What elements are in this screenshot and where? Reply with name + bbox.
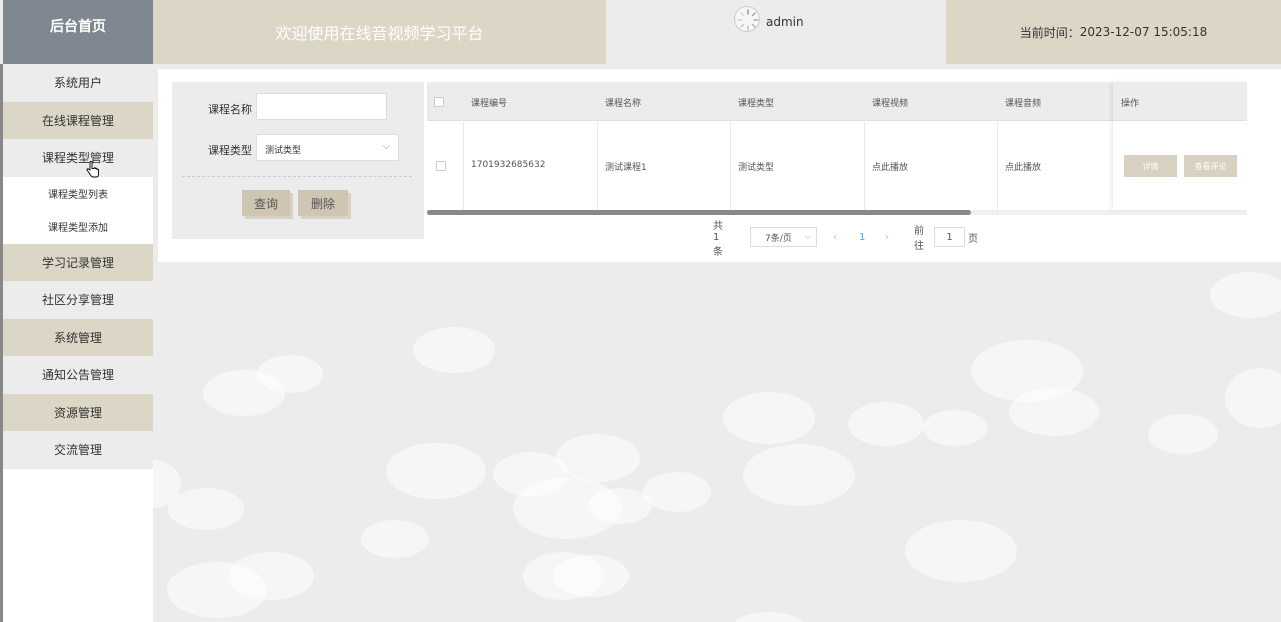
detail-button-label: 详情 (1142, 161, 1159, 171)
sidebar-item-online-courses[interactable]: 在线课程管理 (3, 101, 153, 139)
sidebar-item-system-users[interactable]: 系统用户 (3, 64, 153, 102)
time-label: 当前时间： (1019, 25, 1080, 40)
row-checkbox[interactable] (436, 161, 446, 171)
search-form: 课程名称 课程类型 测试类型 ⌵ 查询 删除 (172, 82, 424, 239)
home-link[interactable]: 后台首页 (3, 0, 153, 64)
content-panel: 课程名称 课程类型 测试类型 ⌵ 查询 删除 课程编号 课程名称 课程类型 课程… (158, 69, 1281, 262)
course-type-selected: 测试类型 (265, 146, 302, 156)
divider (182, 176, 412, 177)
user-area[interactable]: admin (606, 0, 946, 64)
query-button-label: 查询 (253, 196, 278, 211)
page-suffix: 页 (968, 233, 978, 245)
welcome-text: 欢迎使用在线音视频学习平台 (275, 24, 484, 43)
video-play-link[interactable]: 点此播放 (872, 160, 908, 173)
detail-button[interactable]: 详情 (1124, 155, 1177, 177)
view-comments-button[interactable]: 查看评论 (1184, 155, 1237, 177)
top-header: 后台首页 欢迎使用在线音视频学习平台 admin 当前时间： 2023-12-0… (0, 0, 1281, 64)
username[interactable]: admin (766, 15, 804, 29)
page-number-current[interactable]: 1 (859, 227, 865, 247)
course-name-cell: 测试课程1 (605, 163, 647, 173)
chevron-down-icon: ⌵ (382, 141, 390, 152)
chevron-down-icon: ⌵ (804, 232, 811, 241)
sidebar-item-label: 系统用户 (53, 76, 102, 91)
sidebar-item-label: 交流管理 (53, 443, 102, 458)
sidebar-item-label: 通知公告管理 (41, 368, 114, 383)
column-divider (730, 122, 731, 210)
goto-label: 前往 (914, 226, 924, 252)
page-size-value: 7条/页 (765, 233, 792, 244)
sidebar-item-course-types[interactable]: 课程类型管理 (3, 139, 153, 177)
audio-play-link[interactable]: 点此播放 (1005, 160, 1041, 173)
view-comments-button-label: 查看评论 (1194, 161, 1227, 171)
sidebar-item-notices[interactable]: 通知公告管理 (3, 356, 153, 394)
course-name-input[interactable] (256, 93, 387, 120)
course-type-cell: 测试类型 (738, 163, 775, 173)
sidebar-item-learning-records[interactable]: 学习记录管理 (3, 243, 153, 281)
column-header: 课程音频 (1005, 99, 1042, 109)
column-divider (597, 122, 598, 210)
column-header: 课程编号 (471, 99, 508, 109)
sidebar-item-label: 学习记录管理 (41, 255, 114, 270)
course-type-select[interactable]: 测试类型 ⌵ (256, 134, 399, 161)
submenu-item-label: 课程类型添加 (48, 223, 108, 235)
welcome-banner: 欢迎使用在线音视频学习平台 (153, 0, 606, 64)
delete-button-label: 删除 (310, 196, 335, 211)
course-name-label: 课程名称 (208, 103, 252, 116)
sidebar-item-system-management[interactable]: 系统管理 (3, 318, 153, 356)
column-header: 课程名称 (605, 99, 642, 109)
loading-avatar-icon (737, 9, 759, 31)
column-divider (463, 122, 464, 210)
sidebar-item-label: 社区分享管理 (41, 293, 114, 308)
query-button[interactable]: 查询 (242, 190, 290, 216)
sidebar-item-label: 在线课程管理 (41, 113, 114, 128)
sidebar-item-label: 系统管理 (53, 330, 102, 345)
submenu-item-label: 课程类型列表 (48, 189, 108, 201)
sidebar-item-resources[interactable]: 资源管理 (3, 393, 153, 431)
course-id-cell: 1701932685632 (471, 160, 546, 170)
column-header: 课程视频 (872, 99, 909, 109)
avatar[interactable] (734, 6, 760, 32)
column-header: 操作 (1121, 99, 1140, 109)
page-size-select[interactable]: 7条/页 ⌵ (750, 227, 817, 247)
submenu-item-course-type-list[interactable]: 课程类型列表 (3, 176, 153, 210)
hand-pointer-icon (86, 161, 99, 178)
submenu-item-course-type-add[interactable]: 课程类型添加 (3, 210, 153, 244)
sidebar-item-label: 资源管理 (53, 405, 102, 420)
prev-page-icon[interactable]: ‹ (833, 227, 837, 247)
operations-header: 操作 (1113, 82, 1247, 121)
time-value: 2023-12-07 15:05:18 (1079, 25, 1208, 39)
goto-page-value: 1 (946, 231, 953, 243)
total-count: 共 1 条 (713, 220, 723, 258)
column-header: 课程类型 (738, 99, 775, 109)
select-all-checkbox[interactable] (434, 97, 444, 107)
horizontal-scrollbar-thumb[interactable] (427, 210, 971, 215)
column-divider (864, 122, 865, 210)
delete-button[interactable]: 删除 (298, 190, 348, 216)
current-time: 当前时间： 2023-12-07 15:05:18 (946, 0, 1281, 64)
brand-label: 后台首页 (50, 19, 106, 35)
sidebar: 系统用户 在线课程管理 课程类型管理 课程类型列表 课程类型添加 学习记录管理 … (0, 64, 153, 622)
sidebar-item-label: 课程类型管理 (41, 151, 114, 166)
course-type-label: 课程类型 (208, 144, 252, 157)
goto-page-input[interactable]: 1 (934, 227, 965, 247)
sidebar-item-communication[interactable]: 交流管理 (3, 431, 153, 469)
next-page-icon[interactable]: › (885, 227, 889, 247)
column-divider (997, 122, 998, 210)
sidebar-item-community-share[interactable]: 社区分享管理 (3, 281, 153, 319)
background-bubbles (153, 262, 1281, 622)
operations-column: 操作 详情 查看评论 (1113, 82, 1247, 210)
